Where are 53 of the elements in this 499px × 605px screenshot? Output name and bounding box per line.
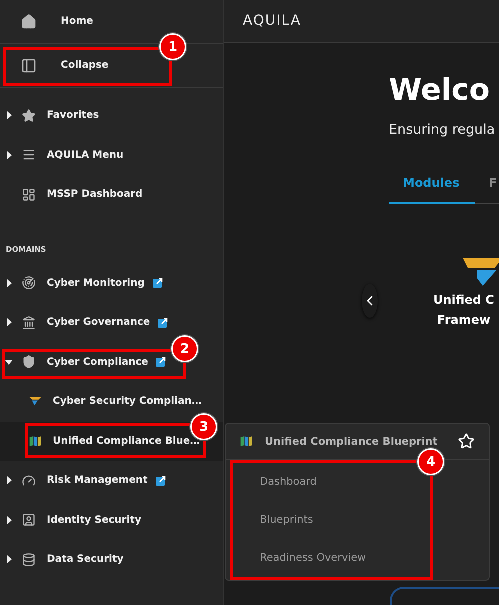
map-icon xyxy=(29,434,42,448)
radar-icon xyxy=(22,276,36,290)
external-link-icon[interactable] xyxy=(152,278,163,288)
step-number-badge: 2 xyxy=(173,337,197,361)
sidebar-panel-icon xyxy=(21,58,37,74)
map-icon xyxy=(240,435,253,448)
page-subtitle: Ensuring regula xyxy=(389,121,496,139)
step-number-badge: 1 xyxy=(161,35,185,59)
sidebar-item-label[interactable]: AQUILA Menu xyxy=(47,150,124,161)
step-number-badge: 4 xyxy=(419,450,443,474)
sidebar-item-label[interactable]: Cyber Compliance xyxy=(47,356,148,368)
flyout-menu-item[interactable]: Readiness Overview xyxy=(233,539,430,577)
caret-icon[interactable] xyxy=(5,476,13,486)
step-number-badge: 3 xyxy=(192,415,216,439)
caret-icon[interactable] xyxy=(5,358,13,367)
sidebar-row[interactable]: Identity Security xyxy=(0,500,223,540)
external-link-icon[interactable] xyxy=(156,357,166,368)
sidebar-row[interactable]: Data Security xyxy=(0,540,223,580)
sidebar-item-label[interactable]: Cyber Governance xyxy=(47,317,150,328)
id-badge-icon xyxy=(22,513,36,528)
flyout-title: Unified Compliance Blueprint xyxy=(265,436,439,448)
gauge-icon xyxy=(22,474,36,488)
sidebar-item-label[interactable]: MSSP Dashboard xyxy=(47,189,143,200)
bank-building-icon xyxy=(22,316,36,330)
shield-icon xyxy=(22,355,36,370)
tab[interactable]: F xyxy=(475,176,499,204)
sidebar-item-label[interactable]: Risk Management xyxy=(47,475,148,486)
module-title-line: Unified C xyxy=(433,292,494,309)
menu-icon xyxy=(22,148,36,162)
sidebar-item-label[interactable]: Home xyxy=(61,16,94,27)
module-title-line: Framew xyxy=(437,312,491,329)
caret-icon[interactable] xyxy=(5,150,13,160)
tab[interactable]: Modules xyxy=(389,176,475,204)
caret-icon[interactable] xyxy=(5,318,13,328)
caret-icon[interactable] xyxy=(5,278,13,288)
caret-icon[interactable] xyxy=(5,516,13,525)
star-icon xyxy=(22,108,36,123)
caret-icon[interactable] xyxy=(5,555,13,564)
logo: AQUILA xyxy=(243,13,302,29)
sidebar-item-label[interactable]: Collapse xyxy=(61,60,109,71)
page-title: Welco xyxy=(389,73,492,109)
sidebar-item-label[interactable]: Favorites xyxy=(47,110,100,122)
funnel-icon xyxy=(29,395,42,408)
home-icon xyxy=(21,14,37,30)
favorite-star-icon[interactable] xyxy=(458,433,475,450)
external-link-icon[interactable] xyxy=(156,476,166,486)
previous-button[interactable] xyxy=(362,284,378,318)
caret-icon[interactable] xyxy=(5,111,13,120)
dashboard-icon xyxy=(22,188,36,202)
sidebar-item-label[interactable]: Cyber Monitoring xyxy=(47,278,145,289)
database-icon xyxy=(22,552,36,567)
flyout-menu-item[interactable]: Blueprints xyxy=(233,501,430,539)
external-link-icon[interactable] xyxy=(158,318,168,328)
